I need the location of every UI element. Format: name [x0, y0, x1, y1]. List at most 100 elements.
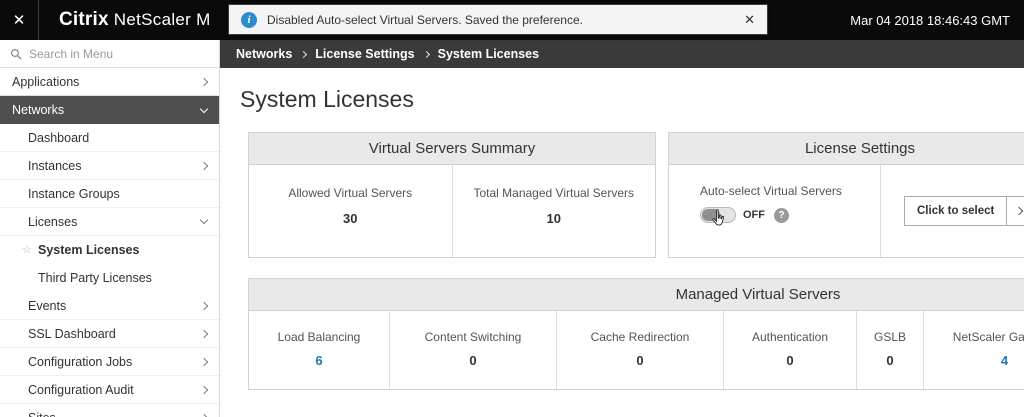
- breadcrumb-separator-icon: [300, 50, 308, 58]
- sidebar-item-sites[interactable]: Sites: [0, 404, 219, 417]
- topbar-divider: [38, 0, 39, 40]
- content-area: System Licenses Virtual Servers Summary …: [220, 68, 1024, 390]
- sidebar-item-third-party-licenses[interactable]: Third Party Licenses: [0, 264, 219, 292]
- stat-cell: GSLB 0: [856, 311, 923, 389]
- sidebar-item-configuration-audit[interactable]: Configuration Audit: [0, 376, 219, 404]
- chevron-right-icon: [199, 161, 209, 170]
- stat-cell: Cache Redirection 0: [556, 311, 723, 389]
- toast-close-icon[interactable]: ✕: [744, 12, 755, 28]
- chevron-down-icon: [199, 215, 209, 225]
- sidebar-item-label: SSL Dashboard: [28, 326, 116, 341]
- stat-value: 0: [469, 353, 477, 368]
- mvs-body: Load Balancing 6 Content Switching 0 Cache R…: [249, 311, 1024, 389]
- stat-value: 30: [343, 211, 358, 226]
- brand-citrix: Citrix: [59, 9, 109, 30]
- sidebar-item-ssl-dashboard[interactable]: SSL Dashboard: [0, 320, 219, 348]
- main-area: Networks License Settings System Licenses …: [220, 40, 1024, 417]
- stat-cell: Authentication 0: [723, 311, 856, 389]
- chevron-right-icon: [199, 77, 209, 86]
- datetime-display: Mar 04 2018 18:46:43 GMT: [850, 12, 1010, 28]
- managed-virtual-servers-title: Managed Virtual Servers: [249, 279, 1024, 311]
- sidebar-item-events[interactable]: Events: [0, 292, 219, 320]
- cursor-hand-icon: [712, 209, 725, 226]
- select-expand-button[interactable]: [1007, 196, 1024, 226]
- sidebar-item-system-licenses[interactable]: ☆ System Licenses: [0, 236, 219, 264]
- sidebar-item-label: Configuration Jobs: [28, 354, 133, 369]
- stat-label: GSLB: [873, 330, 906, 344]
- auto-select-label: Auto-select Virtual Servers: [700, 184, 842, 198]
- sidebar-item-instance-groups[interactable]: Instance Groups: [0, 180, 219, 208]
- sidebar-item-applications[interactable]: Applications: [0, 68, 219, 96]
- sidebar-item-label: Events: [28, 298, 67, 313]
- sidebar: Applications Networks Dashboard Instances In…: [0, 40, 220, 417]
- sidebar-item-label: Networks: [12, 103, 65, 117]
- stat-value: 0: [636, 353, 644, 368]
- sidebar-item-licenses[interactable]: Licenses: [0, 208, 219, 236]
- license-settings-title: License Settings: [669, 133, 1024, 165]
- toast-message: Disabled Auto-select Virtual Servers. Sa…: [267, 12, 583, 27]
- sidebar-item-dashboard[interactable]: Dashboard: [0, 124, 219, 152]
- info-icon: i: [241, 11, 257, 28]
- sidebar-item-label: Configuration Audit: [28, 382, 134, 397]
- chevron-down-icon: [199, 104, 209, 113]
- stat-cell: Load Balancing 6: [249, 311, 389, 389]
- breadcrumb-separator-icon: [422, 50, 430, 58]
- stat-label: Content Switching: [424, 330, 522, 344]
- select-servers-section: Click to select: [881, 165, 1024, 257]
- stat-value-link[interactable]: 6: [249, 353, 389, 368]
- vss-body: Allowed Virtual Servers 30 Total Managed V…: [249, 165, 655, 257]
- sidebar-item-label: Applications: [12, 74, 80, 89]
- stat-value-link[interactable]: 4: [924, 353, 1024, 368]
- virtual-servers-summary-panel: Virtual Servers Summary Allowed Virtual …: [248, 132, 656, 258]
- stat-label: Allowed Virtual Servers: [288, 186, 413, 200]
- breadcrumb-item-license-settings[interactable]: License Settings: [315, 47, 414, 61]
- brand-product: NetScaler M: [108, 10, 211, 29]
- sidebar-item-instances[interactable]: Instances: [0, 152, 219, 180]
- sidebar-item-label: Instance Groups: [28, 186, 120, 201]
- click-to-select-button[interactable]: Click to select: [904, 196, 1008, 226]
- brand-logo: Citrix NetScaler M: [59, 9, 211, 31]
- stat-label: NetScaler Gateway: [952, 330, 1024, 344]
- breadcrumb: Networks License Settings System Licenses: [220, 40, 1024, 68]
- sidebar-item-label: System Licenses: [38, 243, 140, 257]
- chevron-right-icon: [199, 329, 209, 338]
- page-title: System Licenses: [240, 86, 414, 112]
- stat-value: 0: [786, 353, 794, 368]
- sidebar-item-label: Instances: [28, 158, 82, 173]
- search-input[interactable]: [29, 46, 209, 61]
- chevron-right-icon: [199, 385, 209, 394]
- top-bar: ✕ Citrix NetScaler M Mar 04 2018 18:46:4…: [0, 0, 1024, 40]
- sidebar-search-row: [0, 40, 219, 68]
- toast-notification: i Disabled Auto-select Virtual Servers. …: [228, 4, 768, 35]
- sidebar-item-label: Licenses: [28, 214, 78, 229]
- chevron-right-icon: [199, 301, 209, 310]
- sidebar-menu: Applications Networks Dashboard Instances In…: [0, 68, 219, 417]
- auto-select-section: Auto-select Virtual Servers OFF ?: [669, 165, 881, 257]
- chevron-right-icon: [1015, 206, 1024, 216]
- star-icon: ☆: [22, 243, 32, 256]
- breadcrumb-item-system-licenses[interactable]: System Licenses: [438, 47, 539, 61]
- sidebar-item-configuration-jobs[interactable]: Configuration Jobs: [0, 348, 219, 376]
- toggle-state-label: OFF: [743, 209, 765, 221]
- stat-cell: NetScaler Gateway 4: [923, 311, 1024, 389]
- stat-label: Authentication: [751, 330, 829, 344]
- sidebar-item-networks[interactable]: Networks: [0, 96, 219, 124]
- virtual-servers-summary-title: Virtual Servers Summary: [249, 133, 655, 165]
- stat-label: Load Balancing: [277, 330, 361, 344]
- close-menu-icon[interactable]: ✕: [0, 0, 38, 40]
- sidebar-item-label: Sites: [28, 411, 56, 417]
- search-icon: [10, 48, 22, 59]
- chevron-right-icon: [199, 357, 209, 366]
- chevron-right-icon: [199, 413, 209, 417]
- breadcrumb-item-networks[interactable]: Networks: [236, 47, 292, 61]
- license-settings-panel: License Settings Auto-select Virtual Ser…: [668, 132, 1024, 258]
- stat-cell: Allowed Virtual Servers 30: [249, 165, 452, 257]
- stat-value: 10: [546, 211, 561, 226]
- stat-cell: Content Switching 0: [389, 311, 556, 389]
- sidebar-item-label: Third Party Licenses: [38, 271, 152, 285]
- stat-label: Cache Redirection: [590, 330, 690, 344]
- help-icon[interactable]: ?: [774, 207, 789, 223]
- stat-cell: Total Managed Virtual Servers 10: [451, 165, 656, 257]
- sidebar-item-label: Dashboard: [28, 130, 90, 145]
- stat-label: Total Managed Virtual Servers: [473, 186, 635, 200]
